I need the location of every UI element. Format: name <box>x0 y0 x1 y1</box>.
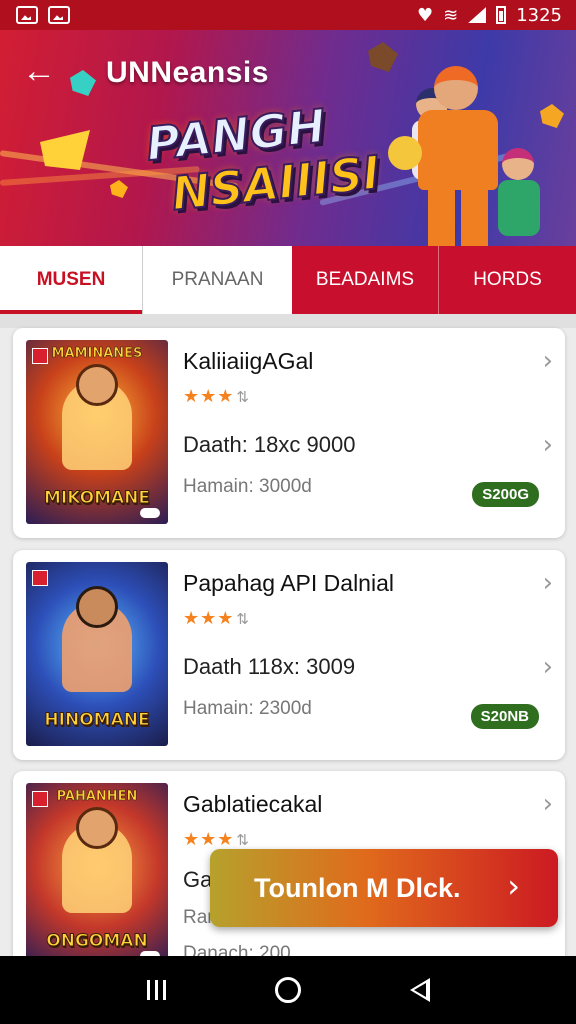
chevron-right-icon: › <box>507 867 520 905</box>
cover-title: MIKOMANE <box>43 488 151 509</box>
game-logo: PANGH NSAIIISI <box>143 93 406 246</box>
home-icon[interactable] <box>268 970 308 1010</box>
back-arrow-icon[interactable]: ← <box>22 54 58 90</box>
image-icon <box>48 6 70 24</box>
item-subtext: Hamain: 3000d <box>183 476 312 497</box>
star-rating: ★★★ ⇅ <box>183 386 250 407</box>
download-cta-button[interactable]: Tounlon M Dlck. › <box>210 849 558 927</box>
chevron-right-icon[interactable]: › <box>543 570 553 596</box>
item-detail: Ga <box>183 867 213 892</box>
item-title: Papahag API Dalnial <box>183 570 394 596</box>
tab-hords[interactable]: HORDS <box>438 246 576 314</box>
status-bar: ♥ ≋ 1325 <box>0 0 576 30</box>
hero-banner: ← UNNeansis PANGH NSAIIISI <box>0 30 576 246</box>
gem-icon <box>110 180 128 198</box>
hero-character <box>492 148 548 246</box>
tab-bar: MUSEN PRANAAN BEADAIMS HORDS <box>0 246 576 314</box>
divider <box>0 314 576 328</box>
game-cover: PAHANHEN ONGOMAN <box>26 783 168 967</box>
notification-icon: ♥ <box>416 4 434 26</box>
cta-label: Tounlon M Dlck. <box>254 872 461 903</box>
chevron-right-icon[interactable]: › <box>543 432 553 458</box>
gem-icon <box>540 104 564 128</box>
chevron-right-icon[interactable]: › <box>543 654 553 680</box>
system-nav-bar <box>0 956 576 1024</box>
cover-top-text: PAHANHEN <box>56 789 138 805</box>
price-badge[interactable]: S20NB <box>470 704 539 729</box>
wifi-icon: ≋ <box>443 4 459 26</box>
star-rating: ★★★ ⇅ <box>183 829 250 850</box>
game-cover: HINOMANE <box>26 562 168 746</box>
price-badge[interactable]: S200G <box>472 482 539 507</box>
game-cover: MAMINANES MIKOMANE <box>26 340 168 524</box>
list-item[interactable]: MAMINANES MIKOMANE KaliiaiigAGal ★★★ ⇅ Da… <box>13 328 565 538</box>
cover-title: HINOMANE <box>44 710 150 731</box>
battery-icon <box>496 6 507 24</box>
item-subtext: Hamain: 2300d <box>183 698 312 719</box>
item-detail: Daath 118x: 3009 <box>183 654 356 679</box>
list-item[interactable]: HINOMANE Papahag API Dalnial ★★★ ⇅ Daath … <box>13 550 565 760</box>
gem-icon <box>70 70 96 96</box>
recents-icon[interactable] <box>136 970 176 1010</box>
vr-icon <box>140 508 160 518</box>
chevron-right-icon[interactable]: › <box>543 791 553 817</box>
back-icon[interactable] <box>400 970 440 1010</box>
gem-icon <box>368 42 398 72</box>
signal-icon <box>468 7 487 23</box>
cover-top-text: MAMINANES <box>51 346 143 362</box>
tab-pranaan[interactable]: PRANAAN <box>142 246 292 314</box>
chevron-right-icon[interactable]: › <box>543 348 553 374</box>
page-title: UNNeansis <box>106 56 269 89</box>
cover-title: ONGOMAN <box>46 931 148 952</box>
gallery-icon <box>16 6 38 24</box>
item-title: Gablatiecakal <box>183 791 323 817</box>
badge-icon <box>32 570 48 586</box>
tab-beadaims[interactable]: BEADAIMS <box>292 246 438 314</box>
item-title: KaliiaiigAGal <box>183 348 314 374</box>
tab-musen[interactable]: MUSEN <box>0 246 142 314</box>
status-time: 1325 <box>516 4 562 26</box>
item-detail: Daath: 18xc 9000 <box>183 432 356 457</box>
star-rating: ★★★ ⇅ <box>183 608 250 629</box>
